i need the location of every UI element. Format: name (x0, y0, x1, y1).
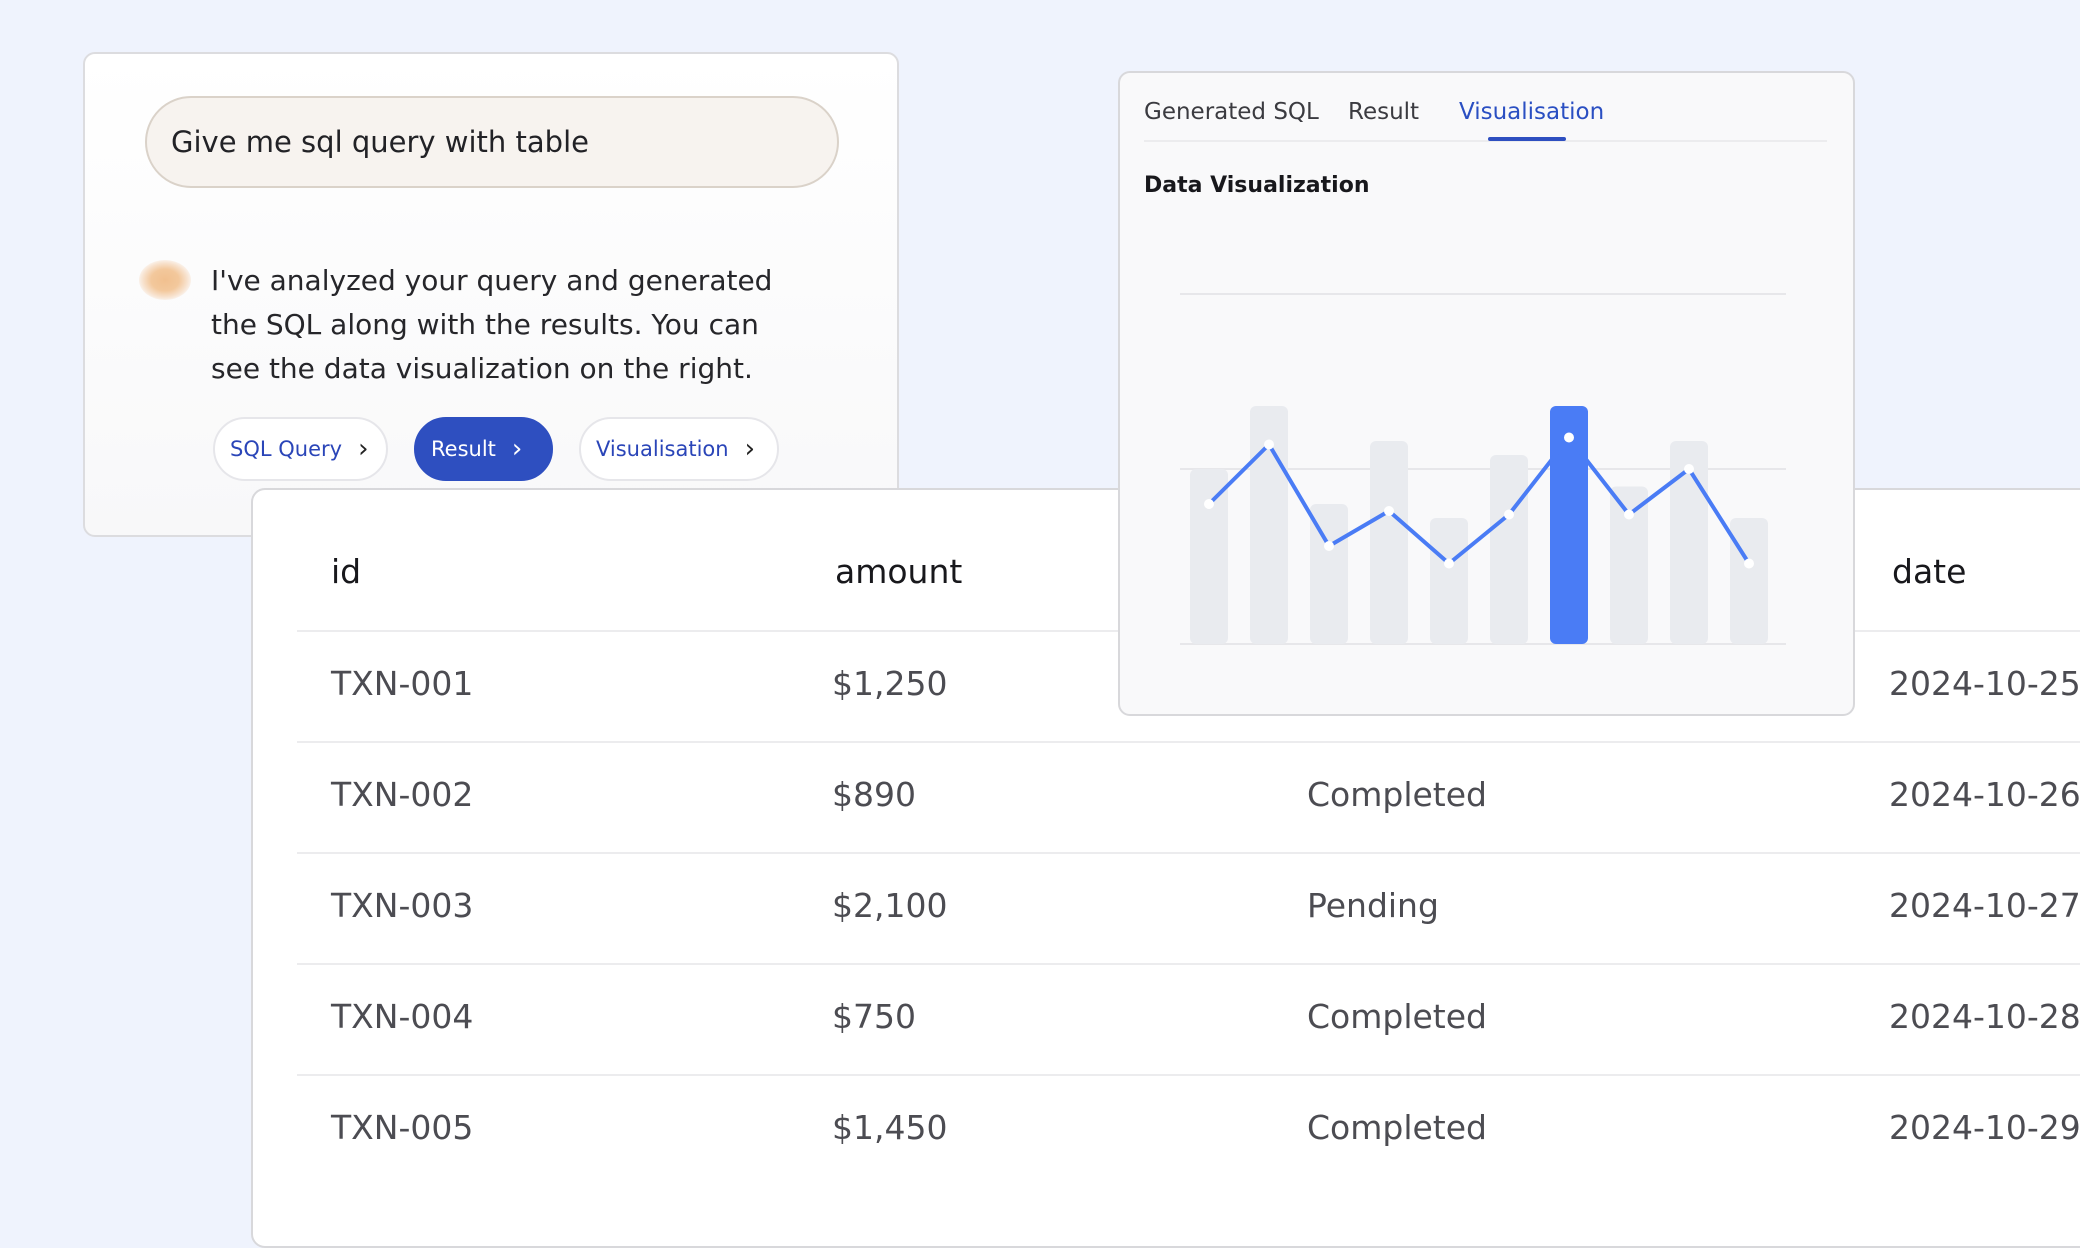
cell-id: TXN-003 (331, 886, 474, 925)
cell-id: TXN-005 (331, 1108, 474, 1147)
bar (1490, 455, 1528, 644)
cell-id: TXN-002 (331, 775, 474, 814)
line-point (1564, 432, 1574, 443)
line-point (1684, 464, 1694, 474)
line-point (1384, 506, 1394, 516)
chevron-right-icon: › (511, 434, 523, 464)
line-point (1324, 541, 1334, 551)
cell-amount: $2,100 (832, 886, 948, 925)
cell-date: 2024-10-25 (1889, 664, 2080, 703)
line-point (1264, 439, 1274, 450)
line-point (1444, 558, 1454, 569)
chevron-right-icon: › (744, 434, 755, 464)
cell-status: Completed (1307, 775, 1487, 814)
bar (1370, 441, 1408, 644)
row-divider (297, 963, 2080, 965)
visualisation-chip[interactable]: Visualisation › (579, 417, 779, 481)
result-chip[interactable]: Result › (414, 417, 553, 481)
sql-query-chip[interactable]: SQL Query › (213, 417, 388, 481)
sql-query-chip-label: SQL Query (230, 437, 343, 461)
row-divider (297, 852, 2080, 854)
cell-amount: $890 (832, 775, 916, 814)
chat-panel: Give me sql query with table I've analyz… (83, 52, 899, 537)
cell-id: TXN-004 (331, 997, 474, 1036)
cell-amount: $1,250 (832, 664, 948, 703)
series-line (1207, 435, 1751, 566)
assistant-avatar (139, 260, 191, 300)
bar (1730, 518, 1768, 644)
column-header-date: date (1892, 552, 1967, 591)
cell-amount: $750 (832, 997, 916, 1036)
cell-status: Completed (1307, 997, 1487, 1036)
row-divider (297, 1074, 2080, 1076)
cell-date: 2024-10-27 (1889, 886, 2080, 925)
line-point (1624, 509, 1634, 520)
cell-date: 2024-10-29 (1889, 1108, 2080, 1147)
column-header-amount: amount (835, 552, 963, 591)
user-prompt-text: Give me sql query with table (171, 125, 589, 159)
visualisation-panel: Generated SQL Result Visualisation Data … (1118, 71, 1855, 716)
line-point (1204, 499, 1214, 509)
chevron-right-icon: › (358, 434, 369, 464)
cell-id: TXN-001 (331, 664, 474, 703)
line-point (1744, 558, 1754, 569)
cell-date: 2024-10-28 (1889, 997, 2080, 1036)
visualisation-chip-label: Visualisation (596, 437, 729, 461)
cell-status: Completed (1307, 1108, 1487, 1147)
assistant-message: I've analyzed your query and generated t… (211, 264, 773, 385)
row-divider (297, 741, 2080, 743)
cell-date: 2024-10-26 (1889, 775, 2080, 814)
line-point (1504, 509, 1514, 520)
user-prompt-bubble: Give me sql query with table (145, 96, 839, 188)
column-header-id: id (331, 552, 362, 591)
result-chip-label: Result (431, 437, 496, 461)
bar (1190, 469, 1228, 644)
bar (1430, 518, 1468, 644)
cell-amount: $1,450 (832, 1108, 948, 1147)
cell-status: Pending (1307, 886, 1439, 925)
data-visualization-chart (1180, 293, 1786, 645)
